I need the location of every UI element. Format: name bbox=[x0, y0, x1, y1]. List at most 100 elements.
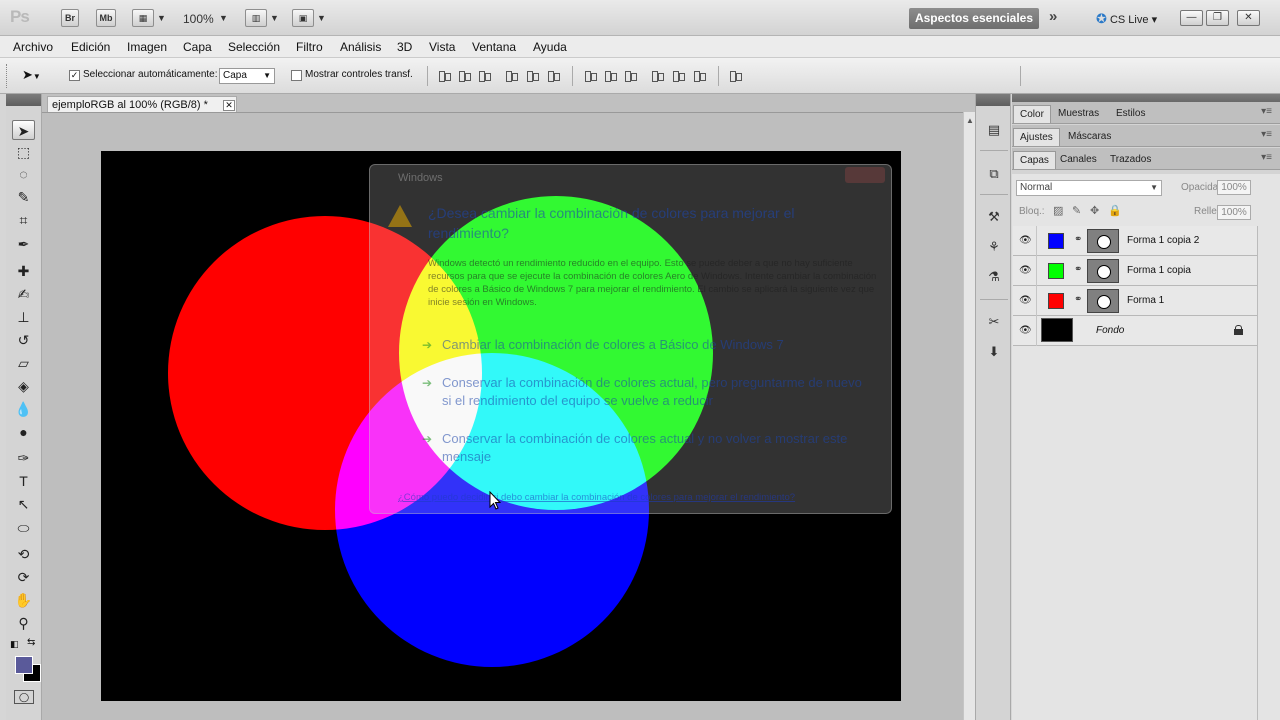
layer-name[interactable]: Forma 1 copia 2 bbox=[1127, 235, 1199, 246]
tool-presets-icon[interactable]: ⚗ bbox=[983, 267, 1005, 287]
pen-tool-icon[interactable]: ✑ bbox=[12, 448, 35, 468]
default-colors-icon[interactable]: ◧ bbox=[10, 639, 19, 650]
tab-capas[interactable]: Capas bbox=[1013, 151, 1056, 169]
hand-tool-icon[interactable]: ✋ bbox=[12, 590, 35, 610]
mini-bridge-panel-icon[interactable]: ▤ bbox=[983, 120, 1005, 140]
crop-tool-icon[interactable]: ⌗ bbox=[12, 210, 35, 230]
3d-orbit-tool-icon[interactable]: ⟳ bbox=[12, 567, 35, 587]
align-vertical-center-icon[interactable] bbox=[458, 69, 472, 82]
move-tool-icon[interactable]: ➤ bbox=[12, 120, 35, 140]
dialog-option-keep-ask[interactable]: ➔ Conservar la combinación de colores act… bbox=[422, 374, 862, 410]
layer-name[interactable]: Forma 1 copia bbox=[1127, 265, 1191, 276]
menu-analisis[interactable]: Análisis bbox=[340, 40, 381, 54]
align-left-icon[interactable] bbox=[505, 69, 519, 82]
tab-ajustes[interactable]: Ajustes bbox=[1013, 128, 1060, 146]
foreground-color-swatch[interactable] bbox=[15, 656, 33, 674]
background-layer-thumbnail[interactable] bbox=[1041, 318, 1073, 342]
menu-3d[interactable]: 3D bbox=[397, 40, 412, 54]
menu-imagen[interactable]: Imagen bbox=[127, 40, 167, 54]
distribute-top-icon[interactable] bbox=[584, 69, 598, 82]
panel-menu-icon[interactable]: ▾≡ bbox=[1261, 129, 1272, 140]
dodge-tool-icon[interactable]: ● bbox=[12, 422, 35, 442]
brush-tool-icon[interactable]: ✍ bbox=[12, 284, 35, 304]
dialog-option-keep-never[interactable]: ➔ Conservar la combinación de colores act… bbox=[422, 430, 862, 466]
clone-source-icon[interactable]: ⚘ bbox=[983, 237, 1005, 257]
swap-colors-icon[interactable]: ⇆ bbox=[27, 637, 35, 648]
eye-icon[interactable]: 👁 bbox=[1019, 325, 1032, 337]
brush-presets-icon[interactable]: ⚒ bbox=[983, 207, 1005, 227]
opacity-field[interactable]: 100% bbox=[1217, 180, 1251, 195]
layer-fill-swatch[interactable] bbox=[1048, 233, 1064, 249]
auto-select-checkbox[interactable]: ✓ bbox=[69, 70, 80, 81]
layer-fill-swatch[interactable] bbox=[1048, 263, 1064, 279]
healing-brush-tool-icon[interactable]: ✚ bbox=[12, 261, 35, 281]
view-extras-button[interactable]: ▦ bbox=[132, 9, 154, 27]
menu-edicion[interactable]: Edición bbox=[71, 40, 110, 54]
tools-panel-header[interactable] bbox=[6, 94, 41, 106]
eyedropper-tool-icon[interactable]: ✒ bbox=[12, 234, 35, 254]
scroll-up-icon[interactable]: ▲ bbox=[966, 116, 974, 125]
lock-transparent-icon[interactable]: ▨ bbox=[1053, 204, 1063, 217]
fill-field[interactable]: 100% bbox=[1217, 205, 1251, 220]
dialog-close-button[interactable] bbox=[845, 167, 885, 183]
workspace-switcher-button[interactable]: Aspectos esenciales bbox=[909, 8, 1039, 29]
lock-position-icon[interactable]: ✥ bbox=[1090, 204, 1099, 217]
menu-ventana[interactable]: Ventana bbox=[472, 40, 516, 54]
panel-menu-icon[interactable]: ▾≡ bbox=[1261, 106, 1272, 117]
type-tool-icon[interactable]: T bbox=[12, 471, 35, 491]
quick-selection-tool-icon[interactable]: ✎ bbox=[12, 187, 35, 207]
vector-mask-thumbnail[interactable] bbox=[1087, 289, 1119, 313]
align-bottom-icon[interactable] bbox=[478, 69, 492, 82]
layer-row-background[interactable]: 👁 Fondo bbox=[1013, 316, 1257, 346]
align-top-icon[interactable] bbox=[438, 69, 452, 82]
cs-live-menu[interactable]: ✪ CS Live ▾ bbox=[1096, 11, 1157, 27]
menu-ayuda[interactable]: Ayuda bbox=[533, 40, 567, 54]
image-canvas[interactable]: Windows ¿Desea cambiar la combinación de… bbox=[101, 151, 901, 701]
auto-align-layers-icon[interactable] bbox=[729, 69, 743, 82]
dock-strip-header[interactable] bbox=[976, 94, 1010, 106]
auto-select-target-select[interactable]: Capa ▼ bbox=[219, 68, 275, 84]
screen-mode-button[interactable]: ▣ bbox=[292, 9, 314, 27]
history-brush-tool-icon[interactable]: ↺ bbox=[12, 330, 35, 350]
menu-capa[interactable]: Capa bbox=[183, 40, 212, 54]
move-tool-preset-icon[interactable]: ➤▼ bbox=[22, 67, 41, 83]
dialog-help-link[interactable]: ¿Cómo puedo decidir si debo cambiar la c… bbox=[398, 492, 795, 503]
distribute-horizontal-center-icon[interactable] bbox=[672, 69, 686, 82]
3d-rotate-tool-icon[interactable]: ⟲ bbox=[12, 544, 35, 564]
menu-vista[interactable]: Vista bbox=[429, 40, 455, 54]
chevron-down-icon[interactable]: ▼ bbox=[317, 9, 326, 27]
clone-stamp-tool-icon[interactable]: ⊥ bbox=[12, 307, 35, 327]
restore-button[interactable]: ❐ bbox=[1206, 10, 1229, 26]
tab-trazados[interactable]: Trazados bbox=[1104, 151, 1157, 169]
tab-canales[interactable]: Canales bbox=[1054, 151, 1103, 169]
layer-row[interactable]: 👁 ⚭ Forma 1 copia 2 bbox=[1013, 226, 1257, 256]
zoom-tool-icon[interactable]: ⚲ bbox=[12, 613, 35, 633]
layers-scrollbar[interactable] bbox=[1257, 226, 1269, 720]
lasso-tool-icon[interactable]: ◌ bbox=[12, 164, 35, 184]
eraser-tool-icon[interactable]: ▱ bbox=[12, 353, 35, 373]
align-right-icon[interactable] bbox=[547, 69, 561, 82]
menu-filtro[interactable]: Filtro bbox=[296, 40, 323, 54]
link-icon[interactable]: ⚭ bbox=[1074, 294, 1082, 305]
options-grip[interactable] bbox=[6, 64, 10, 88]
vector-mask-thumbnail[interactable] bbox=[1087, 259, 1119, 283]
menu-archivo[interactable]: Archivo bbox=[13, 40, 53, 54]
layer-fill-swatch[interactable] bbox=[1048, 293, 1064, 309]
chevron-down-icon[interactable]: ▼ bbox=[157, 9, 166, 27]
history-panel-icon[interactable]: ⧉ bbox=[983, 164, 1005, 184]
3d-panel-icon[interactable]: ✂ bbox=[983, 312, 1005, 332]
vertical-scrollbar[interactable]: ▲ bbox=[963, 112, 975, 720]
show-transform-checkbox[interactable] bbox=[291, 70, 302, 81]
distribute-vertical-center-icon[interactable] bbox=[604, 69, 618, 82]
lock-all-icon[interactable]: 🔒 bbox=[1108, 204, 1122, 217]
close-icon[interactable]: ✕ bbox=[223, 100, 235, 111]
tab-mascaras[interactable]: Máscaras bbox=[1062, 128, 1117, 146]
minimize-button[interactable]: — bbox=[1180, 10, 1203, 26]
distribute-right-icon[interactable] bbox=[693, 69, 707, 82]
mini-bridge-button[interactable]: Mb bbox=[96, 9, 116, 27]
panel-menu-icon[interactable]: ▾≡ bbox=[1261, 152, 1272, 163]
tab-color[interactable]: Color bbox=[1013, 105, 1051, 123]
dialog-option-switch-basic[interactable]: ➔ Cambiar la combinación de colores a Bás… bbox=[422, 336, 862, 354]
link-icon[interactable]: ⚭ bbox=[1074, 264, 1082, 275]
blend-mode-select[interactable]: Normal ▼ bbox=[1016, 180, 1162, 196]
